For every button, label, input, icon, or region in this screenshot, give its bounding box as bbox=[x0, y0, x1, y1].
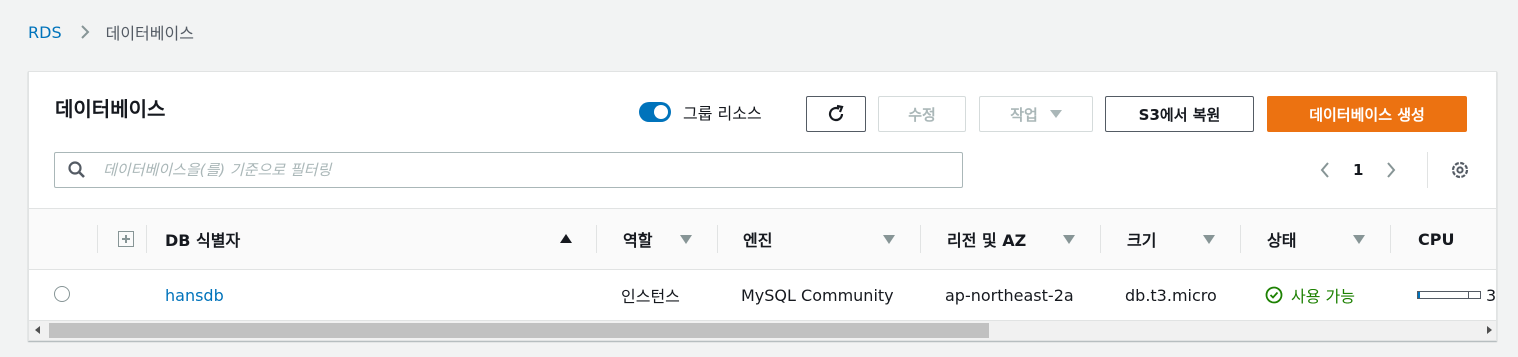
role-cell: 인스턴스 bbox=[621, 287, 680, 306]
toggle-switch[interactable] bbox=[639, 102, 671, 122]
scroll-left-arrow[interactable] bbox=[35, 326, 40, 334]
filter-search bbox=[54, 152, 963, 188]
scrollbar-thumb[interactable] bbox=[49, 323, 989, 338]
group-resources-toggle[interactable]: 그룹 리소스 bbox=[639, 100, 762, 124]
column-divider bbox=[920, 225, 921, 253]
toggle-knob bbox=[654, 105, 668, 119]
cpu-value: 3. bbox=[1486, 285, 1497, 305]
chevron-left-icon bbox=[1320, 162, 1329, 178]
gear-icon[interactable] bbox=[1449, 159, 1471, 181]
actions-dropdown[interactable]: 작업 bbox=[979, 96, 1093, 132]
sort-desc-icon[interactable] bbox=[1353, 235, 1365, 244]
caret-down-icon bbox=[1049, 110, 1062, 118]
next-page-button[interactable] bbox=[1379, 158, 1403, 182]
row-select-radio[interactable] bbox=[54, 286, 70, 302]
column-header-db-identifier[interactable]: DB 식별자 bbox=[165, 209, 240, 269]
column-header-engine[interactable]: 엔진 bbox=[743, 209, 772, 269]
restore-from-s3-button[interactable]: S3에서 복원 bbox=[1105, 96, 1254, 132]
column-divider bbox=[717, 225, 718, 253]
column-divider bbox=[596, 225, 597, 253]
pagination: 1 bbox=[1313, 158, 1403, 182]
column-divider bbox=[1240, 225, 1241, 253]
breadcrumb-current: 데이터베이스 bbox=[105, 24, 194, 43]
edit-button[interactable]: 수정 bbox=[878, 96, 966, 132]
current-page-number[interactable]: 1 bbox=[1353, 161, 1363, 179]
chevron-right-icon bbox=[1387, 162, 1396, 178]
cpu-usage-fill bbox=[1418, 292, 1420, 298]
column-header-role[interactable]: 역할 bbox=[623, 209, 652, 269]
column-header-status[interactable]: 상태 bbox=[1267, 209, 1296, 269]
cpu-usage-bar bbox=[1417, 291, 1481, 299]
create-database-button[interactable]: 데이터베이스 생성 bbox=[1267, 96, 1467, 132]
sort-desc-icon[interactable] bbox=[1203, 235, 1215, 244]
region-az-cell: ap-northeast-2a bbox=[945, 285, 1074, 305]
horizontal-scrollbar[interactable] bbox=[29, 320, 1496, 340]
search-icon bbox=[68, 161, 85, 178]
refresh-button[interactable] bbox=[806, 96, 866, 132]
column-header-cpu[interactable]: CPU bbox=[1418, 209, 1454, 269]
column-divider bbox=[146, 225, 147, 253]
column-divider bbox=[1390, 225, 1391, 253]
table-row: hansdb 인스턴스 MySQL Community ap-northeast… bbox=[29, 270, 1497, 320]
group-resources-label: 그룹 리소스 bbox=[683, 104, 762, 123]
size-cell: db.t3.micro bbox=[1125, 285, 1217, 305]
status-label: 사용 가능 bbox=[1291, 287, 1355, 306]
cpu-threshold-tick bbox=[1468, 291, 1469, 299]
table-header: DB 식별자 역할 엔진 리전 및 AZ 크기 상태 CPU bbox=[29, 208, 1496, 270]
breadcrumb-rds-link[interactable]: RDS bbox=[28, 23, 62, 42]
engine-cell: MySQL Community bbox=[741, 285, 894, 305]
sort-asc-icon[interactable] bbox=[560, 234, 572, 243]
status-cell: 사용 가능 bbox=[1265, 270, 1355, 320]
page-title: 데이터베이스 bbox=[55, 97, 166, 121]
filter-input[interactable] bbox=[101, 160, 945, 180]
pager-divider bbox=[1427, 152, 1428, 188]
scroll-right-arrow[interactable] bbox=[1487, 326, 1492, 334]
sort-desc-icon[interactable] bbox=[1063, 235, 1075, 244]
sort-desc-icon[interactable] bbox=[680, 235, 692, 244]
column-header-size[interactable]: 크기 bbox=[1127, 209, 1156, 269]
db-identifier-link[interactable]: hansdb bbox=[165, 270, 224, 320]
actions-label: 작업 bbox=[1010, 105, 1038, 124]
breadcrumb: RDS 데이터베이스 bbox=[28, 20, 194, 44]
column-divider bbox=[97, 225, 98, 253]
expand-icon[interactable] bbox=[118, 231, 134, 247]
databases-panel: 데이터베이스 그룹 리소스 수정 작업 S3에서 복원 데이터베이스 생성 1 bbox=[28, 71, 1497, 341]
refresh-icon bbox=[828, 104, 844, 122]
column-header-region-az[interactable]: 리전 및 AZ bbox=[947, 209, 1026, 269]
column-divider bbox=[1100, 225, 1101, 253]
cpu-cell: 3. bbox=[1417, 270, 1497, 320]
chevron-right-icon bbox=[80, 25, 90, 39]
check-circle-icon bbox=[1265, 286, 1283, 304]
prev-page-button[interactable] bbox=[1313, 158, 1337, 182]
sort-desc-icon[interactable] bbox=[883, 235, 895, 244]
